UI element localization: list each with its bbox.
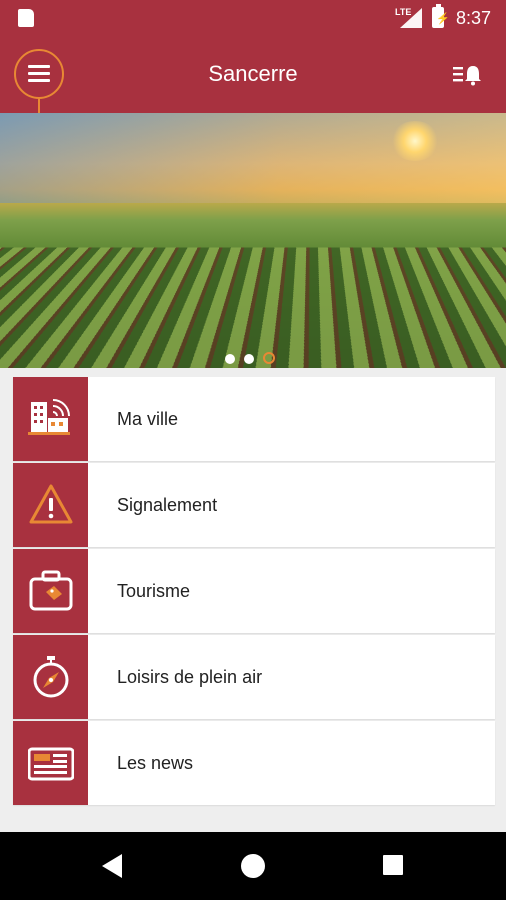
carousel-dot[interactable] (244, 354, 254, 364)
menu-item-label: Loisirs de plein air (117, 667, 263, 687)
suitcase-icon (29, 570, 73, 611)
carousel-dots (225, 351, 284, 364)
back-icon[interactable] (102, 854, 122, 878)
city-wifi-icon (28, 399, 70, 435)
hero-carousel[interactable] (0, 113, 506, 368)
notification-list-bell-icon[interactable] (453, 64, 483, 86)
system-nav-bar (0, 832, 506, 900)
status-time: 8:37 (456, 8, 492, 28)
menu-item-label: Ma ville (117, 409, 179, 429)
newspaper-icon (28, 747, 74, 781)
menu-indicator-line (38, 97, 40, 113)
menu-item-signalement[interactable]: Signalement (13, 463, 495, 547)
vineyard-rows (0, 247, 506, 368)
menu-item-loisirs[interactable]: Loisirs de plein air (13, 635, 495, 719)
carousel-dot[interactable] (225, 354, 235, 364)
signal-icon (400, 8, 422, 28)
menu-item-les-news[interactable]: Les news (13, 721, 495, 805)
recent-apps-icon[interactable] (383, 855, 403, 875)
main-menu-list: Ma ville Signalement Tourisme Loisirs de… (13, 377, 495, 807)
menu-item-label: Signalement (117, 495, 218, 515)
sun (390, 121, 440, 161)
home-icon[interactable] (241, 854, 265, 878)
menu-item-label: Tourisme (117, 581, 191, 601)
app-bar: Sancerre (0, 36, 506, 113)
carousel-dot-active[interactable] (263, 352, 275, 364)
menu-item-label: Les news (117, 753, 194, 773)
status-bar: LTE ⚡ 8:37 (0, 0, 506, 36)
page-title: Sancerre (208, 61, 298, 86)
sd-card-icon (18, 9, 34, 27)
menu-item-ma-ville[interactable]: Ma ville (13, 377, 495, 461)
menu-item-tourisme[interactable]: Tourisme (13, 549, 495, 633)
warning-triangle-icon (29, 484, 73, 524)
stopwatch-compass-icon (33, 656, 69, 698)
battery-charging-icon: ⚡ (432, 4, 450, 28)
